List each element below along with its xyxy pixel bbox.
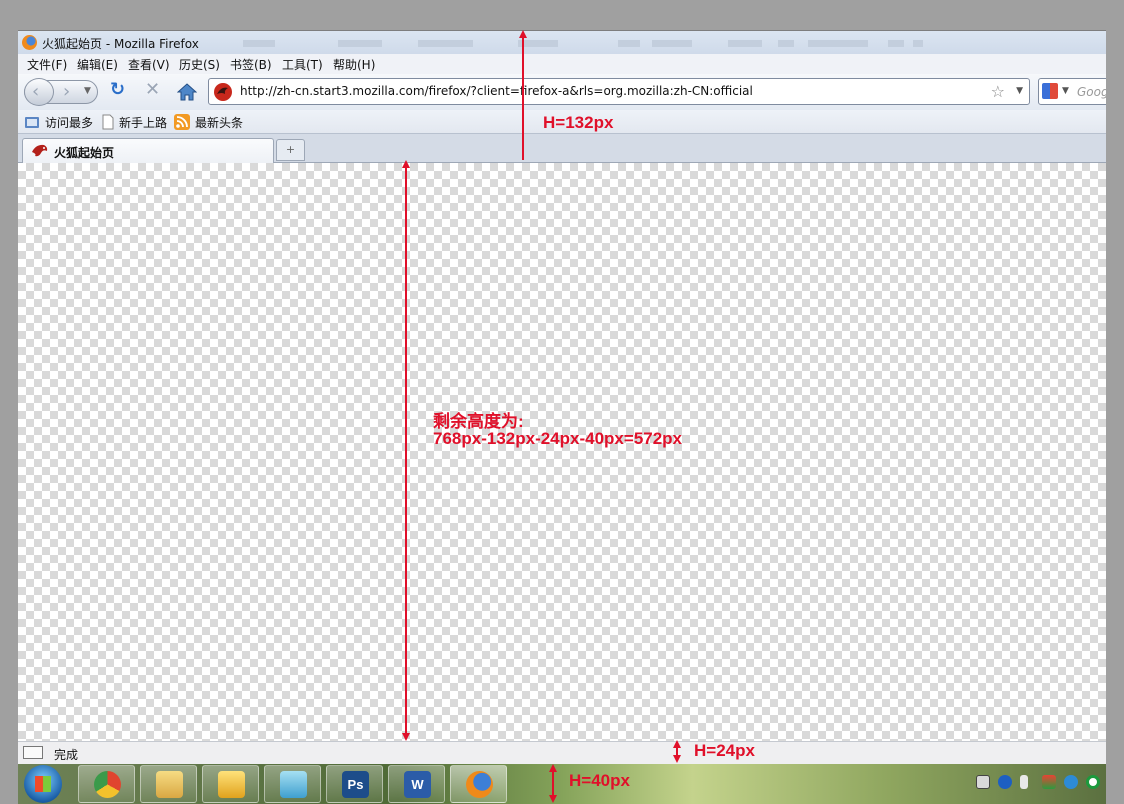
search-engine-icon[interactable] (1042, 83, 1058, 99)
blurred-title-area (913, 40, 923, 47)
taskbar-firefox[interactable] (450, 765, 507, 803)
stop-button[interactable]: ✕ (145, 81, 160, 99)
window-tray-icon[interactable] (1020, 775, 1028, 789)
keyboard-icon (23, 746, 43, 759)
history-dropdown-icon[interactable]: ▼ (84, 87, 91, 96)
status-tray-icon[interactable] (1086, 775, 1100, 789)
windows-taskbar: Ps W (18, 764, 1106, 804)
url-dropdown-icon[interactable]: ▼ (1016, 86, 1023, 96)
arrow-down-icon (673, 755, 681, 763)
menu-bar: 文件(F) 编辑(E) 查看(V) 历史(S) 书签(B) 工具(T) 帮助(H… (18, 54, 1106, 74)
taskbar-explorer[interactable] (140, 765, 197, 803)
search-engine-dropdown-icon[interactable]: ▼ (1062, 86, 1069, 96)
url-bar[interactable]: http://zh-cn.start3.mozilla.com/firefox/… (208, 78, 1030, 105)
tab-firefox-start[interactable]: 火狐起始页 (22, 138, 274, 163)
network-tray-icon[interactable] (1042, 775, 1056, 789)
word-label: W (411, 777, 424, 792)
page-content-area[interactable] (18, 163, 1106, 741)
blurred-title-area (518, 40, 558, 47)
menu-bookmarks[interactable]: 书签(B) (230, 56, 272, 73)
back-arrow-icon: ‹ (32, 81, 40, 102)
blurred-title-area (808, 40, 868, 47)
forward-button[interactable]: › (63, 83, 70, 101)
taskbar-height-label: H=40px (569, 771, 630, 790)
arrow-up-icon (549, 764, 557, 772)
keyboard-tray-icon[interactable] (976, 775, 990, 789)
menu-edit[interactable]: 编辑(E) (77, 56, 118, 73)
menu-view[interactable]: 查看(V) (128, 56, 170, 73)
blurred-title-area (652, 40, 692, 47)
help-tray-icon[interactable] (998, 775, 1012, 789)
tab-label: 火狐起始页 (54, 146, 115, 160)
tab-bar: 火狐起始页 + (18, 134, 1106, 163)
firefox-icon (466, 771, 493, 798)
status-text: 完成 (54, 748, 79, 762)
taskbar-photoshop[interactable]: Ps (326, 765, 383, 803)
back-button[interactable]: ‹ (24, 78, 54, 106)
menu-help[interactable]: 帮助(H) (333, 56, 375, 73)
start-button[interactable] (24, 765, 62, 803)
back-forward-group: ‹ › ▼ (24, 78, 98, 106)
taskbar-word[interactable]: W (388, 765, 445, 803)
site-favicon-icon (214, 83, 232, 101)
rss-feed-icon (174, 114, 190, 130)
bookmark-most-visited[interactable]: 访问最多 (45, 114, 93, 131)
most-visited-folder-icon (25, 117, 39, 128)
navigation-toolbar: ‹ › ▼ ↻ ✕ http://zh-cn.start3.mozilla.co… (18, 74, 1106, 110)
arrow-down-icon (402, 733, 410, 741)
blurred-title-area (243, 40, 275, 47)
power-tray-icon[interactable] (1064, 775, 1078, 789)
status-bar: 完成 (18, 741, 1106, 764)
mail-clock-icon (218, 771, 245, 798)
menu-tools[interactable]: 工具(T) (282, 56, 323, 73)
toolbar-height-line (522, 36, 524, 160)
bookmark-latest-headlines[interactable]: 最新头条 (195, 114, 243, 131)
blurred-title-area (778, 40, 794, 47)
firefox-logo-icon (22, 35, 37, 50)
notepad-icon (280, 771, 307, 798)
bookmark-getting-started[interactable]: 新手上路 (119, 114, 167, 131)
new-tab-button[interactable]: + (276, 139, 305, 161)
home-button[interactable] (177, 83, 197, 101)
taskbar-height-line (552, 770, 554, 796)
firefox-window: 火狐起始页 - Mozilla Firefox 文件(F) 编辑(E) 查看(V… (18, 30, 1106, 764)
folder-icon (156, 771, 183, 798)
content-height-line (405, 166, 407, 734)
search-bar[interactable]: ▼ Goog (1038, 78, 1106, 105)
blurred-title-area (728, 40, 762, 47)
url-text[interactable]: http://zh-cn.start3.mozilla.com/firefox/… (240, 84, 753, 98)
toolbar-height-label: H=132px (543, 113, 614, 132)
blurred-title-area (418, 40, 473, 47)
bookmark-star-icon[interactable]: ☆ (991, 82, 1005, 101)
search-placeholder: Goog (1077, 85, 1106, 99)
arrow-up-icon (402, 160, 410, 168)
taskbar-notepad[interactable] (264, 765, 321, 803)
page-icon (102, 114, 114, 130)
chrome-icon (94, 771, 121, 798)
fox-tab-icon (32, 144, 48, 157)
remaining-height-formula: 768px-132px-24px-40px=572px (433, 429, 683, 448)
title-bar[interactable]: 火狐起始页 - Mozilla Firefox (18, 31, 1106, 54)
taskbar-chrome[interactable] (78, 765, 135, 803)
menu-history[interactable]: 历史(S) (179, 56, 220, 73)
arrow-up-icon (673, 740, 681, 748)
blurred-title-area (888, 40, 904, 47)
arrow-down-icon (549, 795, 557, 803)
window-title: 火狐起始页 - Mozilla Firefox (42, 37, 199, 51)
menu-file[interactable]: 文件(F) (27, 56, 67, 73)
statusbar-height-label: H=24px (694, 741, 755, 760)
photoshop-label: Ps (347, 777, 364, 792)
blurred-title-area (618, 40, 640, 47)
blurred-title-area (338, 40, 382, 47)
taskbar-outlook[interactable] (202, 765, 259, 803)
windows-logo-icon (35, 776, 51, 792)
arrow-up-icon (519, 30, 527, 38)
reload-button[interactable]: ↻ (110, 81, 125, 99)
